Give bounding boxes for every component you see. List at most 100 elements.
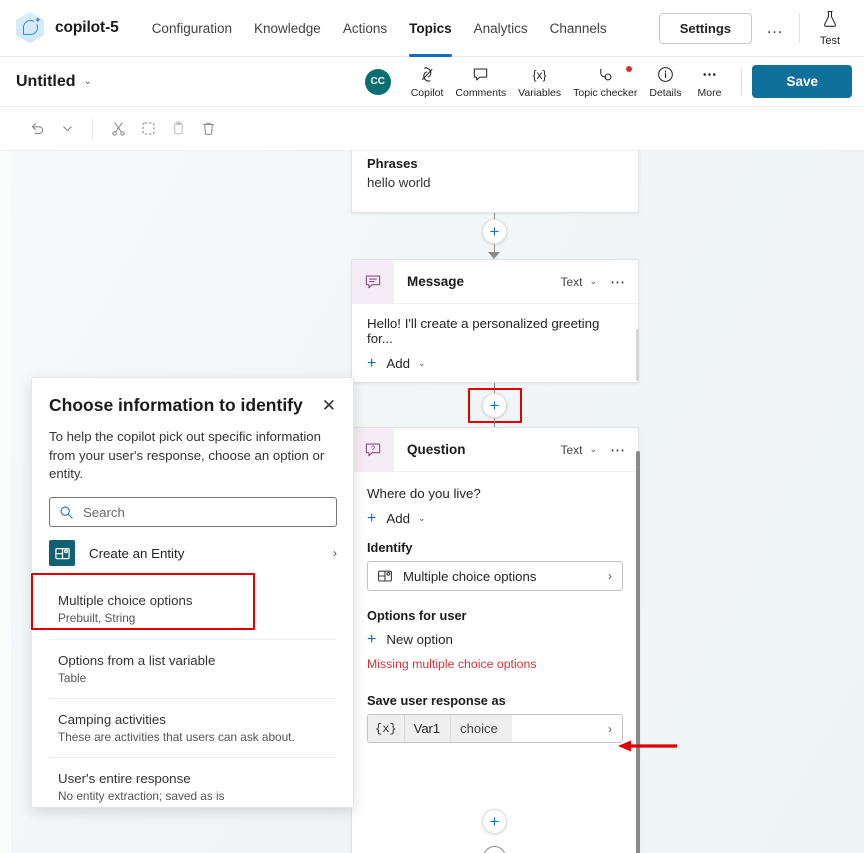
tab-configuration[interactable]: Configuration [141, 0, 243, 57]
option-users-entire-response[interactable]: User's entire response No entity extract… [32, 758, 353, 807]
canvas-left-gutter [0, 151, 11, 853]
option-title: User's entire response [58, 771, 191, 787]
brand: ✦ copilot-5 [16, 12, 119, 44]
question-node-overflow-icon[interactable]: ⋯ [610, 441, 626, 459]
info-circle-icon [656, 65, 675, 84]
chevron-right-icon: › [333, 546, 337, 561]
test-button[interactable]: Test [808, 10, 852, 47]
undo-dropdown-button[interactable] [52, 114, 82, 144]
question-add-button[interactable]: + Add ⌄ [367, 509, 623, 527]
flow-arrowhead [488, 252, 500, 259]
option-title: Multiple choice options [58, 593, 193, 609]
command-comments[interactable]: Comments [449, 65, 512, 99]
question-node[interactable]: ? Question Text ⌄ ⋯ Where do you live? +… [351, 427, 639, 853]
choose-information-panel: Choose information to identify ✕ To help… [31, 377, 354, 808]
question-text[interactable]: Where do you live? [367, 486, 623, 501]
message-node-scrollbar[interactable] [636, 329, 639, 381]
avatar[interactable]: CC [364, 68, 391, 95]
new-option-button[interactable]: + New option [367, 631, 623, 647]
search-icon [59, 505, 74, 520]
tab-analytics[interactable]: Analytics [463, 0, 539, 57]
command-label: Topic checker [573, 86, 638, 99]
nav-tabs: Configuration Knowledge Actions Topics A… [141, 0, 618, 57]
chevron-right-icon: › [608, 569, 612, 583]
create-entity-label: Create an Entity [89, 545, 185, 561]
plus-icon: + [367, 509, 377, 527]
paste-button[interactable] [163, 114, 193, 144]
command-bar: Untitled ⌄ CC Copilot Comments {x} Varia… [0, 57, 864, 107]
variable-kind: choice [450, 715, 512, 742]
validation-error-text: Missing multiple choice options [367, 657, 537, 671]
command-variables[interactable]: {x} Variables [512, 65, 567, 99]
tab-topics[interactable]: Topics [398, 0, 463, 57]
add-node-button-2[interactable]: + [482, 393, 507, 418]
command-label: Variables [518, 86, 562, 99]
chevron-down-icon: ⌄ [418, 513, 426, 523]
message-node-overflow-icon[interactable]: ⋯ [610, 273, 626, 291]
create-an-entity-button[interactable]: Create an Entity › [32, 527, 353, 579]
flask-icon [822, 10, 838, 33]
message-text[interactable]: Hello! I'll create a personalized greeti… [367, 316, 623, 346]
settings-button[interactable]: Settings [658, 12, 752, 44]
topic-checker-icon [596, 65, 615, 84]
option-multiple-choice-options[interactable]: Multiple choice options Prebuilt, String [32, 579, 353, 639]
topic-title-text: Untitled [16, 72, 76, 90]
command-label: More [697, 86, 722, 99]
option-title: Options from a list variable [58, 653, 216, 669]
notification-badge [626, 65, 633, 72]
save-response-variable-selector[interactable]: {x} Var1 choice › [367, 714, 623, 743]
panel-title: Choose information to identify [49, 395, 303, 415]
options-for-user-label: Options for user [367, 608, 467, 623]
comment-icon [471, 65, 490, 84]
command-details[interactable]: Details [643, 65, 687, 99]
search-input[interactable]: Search [49, 497, 337, 528]
variables-braces-icon: {x} [530, 65, 549, 84]
top-nav-actions: Settings … Test [658, 0, 864, 57]
tab-knowledge[interactable]: Knowledge [243, 0, 332, 57]
chevron-down-icon[interactable]: ⌄ [589, 444, 597, 455]
command-topic-checker[interactable]: Topic checker [567, 65, 643, 99]
undo-button[interactable] [22, 114, 52, 144]
cut-button[interactable] [103, 114, 133, 144]
command-copilot[interactable]: Copilot [405, 65, 450, 99]
copy-button[interactable] [133, 114, 163, 144]
add-node-button-1[interactable]: + [482, 219, 507, 244]
topic-title-dropdown[interactable]: Untitled ⌄ [16, 73, 92, 91]
message-node[interactable]: Message Text ⌄ ⋯ Hello! I'll create a pe… [351, 259, 639, 383]
command-more[interactable]: More [687, 65, 731, 99]
delete-button[interactable] [193, 114, 223, 144]
save-button[interactable]: Save [752, 65, 852, 98]
message-node-type: Text [560, 274, 583, 289]
option-camping-activities[interactable]: Camping activities These are activities … [32, 699, 353, 757]
message-node-header: Message Text ⌄ ⋯ [352, 259, 638, 304]
variable-name: Var1 [403, 715, 451, 742]
trigger-phrases-node[interactable]: Phrases hello world [351, 151, 639, 213]
panel-search-wrap: Search [32, 484, 353, 528]
close-icon[interactable]: ✕ [314, 395, 336, 414]
message-add-button[interactable]: + Add ⌄ [367, 355, 623, 371]
top-nav-overflow-icon[interactable]: … [759, 12, 791, 44]
edit-toolbar [0, 107, 864, 151]
divider [799, 13, 800, 43]
command-label: Comments [455, 86, 507, 99]
command-label: Copilot [410, 86, 444, 99]
divider [92, 118, 93, 139]
identify-label: Identify [367, 540, 413, 555]
option-options-from-list-variable[interactable]: Options from a list variable Table [32, 640, 353, 698]
identify-selector[interactable]: Multiple choice options › [367, 561, 623, 591]
question-node-scrollbar[interactable] [636, 451, 640, 853]
message-bubble-icon [352, 259, 394, 304]
question-node-header: ? Question Text ⌄ ⋯ [352, 427, 638, 472]
svg-text:?: ? [371, 444, 376, 453]
message-node-body: Hello! I'll create a personalized greeti… [352, 304, 638, 384]
new-option-label: New option [386, 632, 453, 647]
copilot-icon [418, 65, 437, 84]
tab-channels[interactable]: Channels [539, 0, 618, 57]
tab-actions[interactable]: Actions [332, 0, 398, 57]
search-placeholder: Search [83, 504, 125, 520]
chevron-down-icon[interactable]: ⌄ [589, 276, 597, 287]
option-subtitle: Table [58, 671, 87, 686]
option-subtitle: These are activities that users can ask … [58, 730, 295, 745]
option-subtitle: Prebuilt, String [58, 611, 136, 626]
add-node-button-3[interactable]: + [482, 809, 507, 834]
